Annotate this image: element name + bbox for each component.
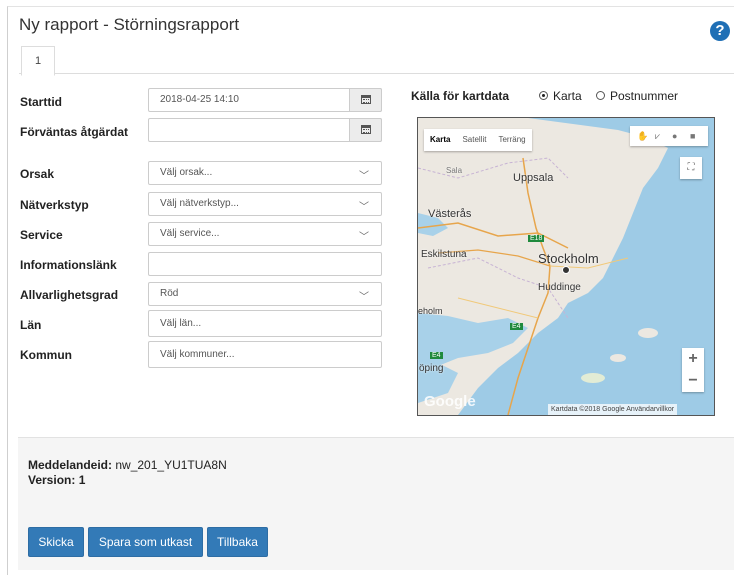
meddelandeid-label: Meddelandeid:: [28, 458, 113, 472]
starttid-value: 2018-04-25 14:10: [160, 94, 239, 105]
map-label-sala: Sala: [446, 166, 463, 175]
map-label-e4: E4: [510, 323, 523, 330]
google-logo: Google: [424, 393, 476, 410]
map-type-karta[interactable]: Karta: [424, 129, 456, 151]
map-label-holm: eholm: [418, 306, 443, 316]
chevron-down-icon: ﹀: [359, 202, 369, 213]
map-source-label: Källa för kartdata: [411, 89, 510, 103]
calendar-icon: [361, 125, 371, 134]
lan-label: Län: [20, 318, 42, 332]
zoom-out-button[interactable]: −: [682, 370, 704, 392]
meddelandeid: Meddelandeid: nw_201_YU1TUA8N: [28, 458, 227, 472]
allvarlighetsgrad-label: Allvarlighetsgrad: [20, 288, 119, 302]
informationslank-label: Informationslänk: [20, 258, 117, 272]
orsak-value: Välj orsak...: [160, 167, 213, 178]
version-label: Version:: [28, 473, 76, 487]
natverkstyp-label: Nätverkstyp: [20, 198, 89, 212]
version-value: 1: [78, 473, 86, 487]
map-type-terrang[interactable]: Terräng: [492, 129, 531, 151]
chevron-down-icon: ﹀: [359, 292, 369, 303]
meddelandeid-value: nw_201_YU1TUA8N: [115, 458, 227, 472]
chevron-down-icon: ﹀: [359, 232, 369, 243]
map-credit[interactable]: Kartdata ©2018 Google Användarvillkor: [548, 404, 678, 415]
forvantas-label: Förväntas åtgärdat: [20, 125, 129, 139]
forvantas-calendar-button[interactable]: [349, 118, 382, 142]
tillbaka-button[interactable]: Tillbaka: [207, 527, 268, 557]
help-icon[interactable]: ?: [710, 21, 730, 41]
starttid-calendar-button[interactable]: [349, 88, 382, 112]
drawing-tools: ✋ ⩗ ● ■: [630, 126, 708, 146]
circle-icon[interactable]: ●: [672, 131, 677, 141]
natverkstyp-select[interactable]: Välj nätverkstyp... ﹀: [148, 192, 382, 216]
natverkstyp-value: Välj nätverkstyp...: [160, 198, 239, 209]
stockholm-marker: [562, 266, 570, 274]
informationslank-input[interactable]: [148, 252, 382, 276]
map-label-vasteras: Västerås: [428, 208, 472, 220]
polyline-icon[interactable]: ⩗: [655, 131, 660, 142]
tab-bar: [19, 73, 734, 74]
map-label-stockholm: Stockholm: [538, 251, 599, 266]
map-type-satellit[interactable]: Satellit: [456, 129, 492, 151]
chevron-down-icon: ﹀: [359, 171, 369, 182]
orsak-label: Orsak: [20, 167, 55, 181]
kommun-input[interactable]: Välj kommuner...: [148, 341, 382, 368]
map-type-control[interactable]: Karta Satellit Terräng: [424, 129, 532, 151]
radio-postnummer-label[interactable]: Postnummer: [610, 89, 678, 103]
hand-icon[interactable]: ✋: [637, 131, 648, 142]
radio-postnummer[interactable]: [596, 91, 605, 100]
version: Version: 1: [28, 473, 85, 487]
calendar-icon: [361, 95, 371, 104]
service-value: Välj service...: [160, 228, 220, 239]
orsak-select[interactable]: Välj orsak... ﹀: [148, 161, 382, 185]
starttid-label: Starttid: [20, 95, 62, 109]
spara-som-utkast-button[interactable]: Spara som utkast: [88, 527, 203, 557]
map-label-e18: E18: [528, 235, 545, 242]
service-label: Service: [20, 228, 63, 242]
radio-karta-label[interactable]: Karta: [553, 89, 582, 103]
service-select[interactable]: Välj service... ﹀: [148, 222, 382, 246]
forvantas-input[interactable]: [148, 118, 382, 142]
kommun-placeholder: Välj kommuner...: [160, 349, 235, 360]
zoom-in-button[interactable]: +: [682, 348, 704, 370]
tab-1[interactable]: 1: [21, 46, 55, 76]
map[interactable]: Karta Satellit Terräng ✋ ⩗ ● ■ ⛶ Sala Upps…: [417, 117, 715, 416]
map-label-uppsala: Uppsala: [513, 172, 554, 184]
starttid-input[interactable]: 2018-04-25 14:10: [148, 88, 382, 112]
allvarlighetsgrad-value: Röd: [160, 288, 179, 299]
kommun-label: Kommun: [20, 348, 72, 362]
fullscreen-icon[interactable]: ⛶: [680, 157, 702, 179]
map-label-huddinge: Huddinge: [538, 282, 581, 293]
page-title: Ny rapport - Störningsrapport: [19, 15, 240, 34]
map-label-eskilstuna: Eskilstuna: [421, 249, 467, 260]
lan-placeholder: Välj län...: [160, 318, 202, 329]
rectangle-icon[interactable]: ■: [690, 131, 695, 141]
zoom-control: + −: [682, 348, 704, 392]
map-label-koping: öping: [419, 363, 444, 374]
lan-input[interactable]: Välj län...: [148, 310, 382, 337]
radio-karta[interactable]: [539, 91, 548, 100]
allvarlighetsgrad-select[interactable]: Röd ﹀: [148, 282, 382, 306]
map-label-e4b: E4: [430, 352, 443, 359]
skicka-button[interactable]: Skicka: [28, 527, 84, 557]
